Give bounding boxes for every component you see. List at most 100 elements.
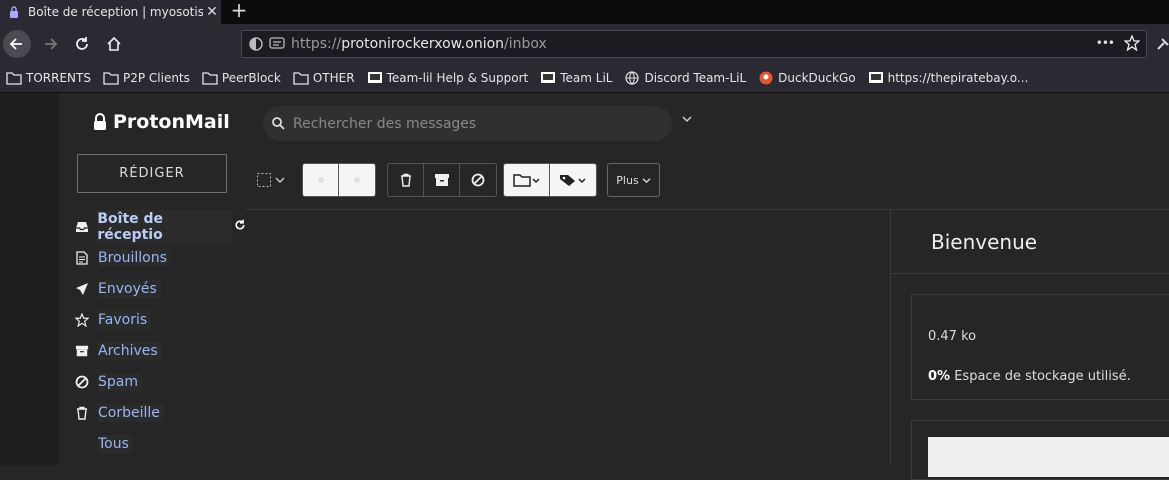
action-group — [387, 163, 497, 197]
sidebar-item-drafts[interactable]: Brouillons — [74, 242, 246, 273]
protonmail-logo[interactable]: ProtonMail — [93, 111, 230, 133]
left-strip — [0, 93, 58, 465]
page-actions-icon[interactable]: ••• — [1096, 36, 1115, 50]
close-tab-icon[interactable]: ✕ — [203, 4, 221, 20]
sidebar-item-trash[interactable]: Corbeille — [74, 397, 246, 428]
sidebar-item-archive[interactable]: Archives — [74, 335, 246, 366]
sidebar-item-label: Brouillons — [98, 248, 171, 267]
tag-icon — [560, 175, 586, 186]
home-icon — [107, 36, 121, 51]
info-icon[interactable] — [269, 37, 285, 51]
folder-menu: Boîte de réceptio Brouillons Envoyés Favori… — [74, 209, 246, 459]
bookmark-label: PeerBlock — [221, 71, 281, 85]
bookmark-item[interactable]: TORRENTS — [6, 71, 91, 85]
bookmark-item[interactable]: Team LiL — [540, 71, 612, 85]
search-input[interactable]: Rechercher des messages — [263, 106, 672, 141]
archive-icon — [74, 343, 90, 359]
storage-percent: 0% — [928, 369, 951, 384]
globe-icon — [624, 71, 640, 85]
home-button[interactable] — [100, 30, 128, 58]
folder-icon — [103, 71, 119, 85]
spam-icon — [74, 374, 90, 390]
forward-button[interactable] — [36, 30, 64, 58]
sidebar-item-label: Boîte de réceptio — [97, 209, 232, 244]
site-icon — [868, 71, 884, 85]
sidebar-item-sent[interactable]: Envoyés — [74, 273, 246, 304]
sidebar-item-inbox[interactable]: Boîte de réceptio — [74, 209, 246, 244]
bookmark-item[interactable]: P2P Clients — [103, 71, 190, 85]
bookmark-item[interactable]: Team-lil Help & Support — [367, 71, 529, 85]
mark-read-button[interactable] — [303, 164, 339, 196]
archive-button[interactable] — [424, 164, 460, 196]
spam-button[interactable] — [460, 164, 496, 196]
lock-icon — [10, 6, 18, 18]
drafts-icon — [74, 250, 90, 266]
select-all-button[interactable] — [256, 172, 285, 188]
compose-button[interactable]: RÉDIGER — [77, 154, 227, 193]
chevron-down-icon[interactable] — [682, 115, 692, 123]
trash-icon — [400, 173, 411, 187]
bookmark-label: P2P Clients — [122, 71, 190, 85]
more-button[interactable]: Plus — [607, 163, 660, 197]
sidebar-item-label: Favoris — [98, 310, 152, 329]
add-label-button[interactable] — [550, 164, 596, 196]
sidebar-item-label: Spam — [98, 372, 142, 391]
trash-button[interactable] — [388, 164, 424, 196]
bookmark-item[interactable]: OTHER — [293, 71, 355, 85]
bookmark-label: Team LiL — [560, 71, 613, 85]
bookmark-label: Discord Team-LiL — [644, 71, 747, 85]
arrow-right-icon — [45, 38, 58, 50]
sidebar-item-label: Corbeille — [98, 403, 164, 422]
logo-text: ProtonMail — [113, 111, 230, 133]
empty-icon-slot — [74, 436, 90, 452]
sent-icon — [74, 281, 90, 297]
sidebar-item-all[interactable]: Tous — [74, 428, 246, 459]
site-icon — [540, 71, 556, 85]
search-icon — [272, 117, 285, 130]
reload-button[interactable] — [68, 30, 96, 58]
bookmarks-bar: TORRENTS P2P Clients PeerBlock OTHER Team-li… — [0, 64, 1169, 93]
info-card-content — [928, 437, 1169, 477]
sidebar-item-label: Tous — [98, 434, 133, 453]
sidebar-item-label: Archives — [98, 341, 162, 360]
bookmark-label: Team-lil Help & Support — [386, 71, 529, 85]
bookmark-label: OTHER — [312, 71, 355, 85]
welcome-title: Bienvenue — [931, 230, 1038, 254]
url-text: https://protonirockerxow.onion/inbox — [291, 36, 547, 52]
mark-unread-button[interactable] — [339, 164, 375, 196]
select-icon — [257, 173, 271, 187]
browser-navbar: https://protonirockerxow.onion/inbox ••• — [0, 24, 1169, 64]
bookmark-label: https://thepiratebay.o... — [887, 71, 1029, 85]
url-bar[interactable]: https://protonirockerxow.onion/inbox ••• — [241, 30, 1147, 58]
sidebar-item-star[interactable]: Favoris — [74, 304, 246, 335]
info-card — [911, 420, 1169, 480]
site-icon — [367, 71, 383, 85]
read-icon — [317, 177, 324, 183]
bookmark-item[interactable]: PeerBlock — [202, 71, 281, 85]
tab-title: Boîte de réception | myosotis7f — [28, 5, 203, 19]
bookmark-item[interactable]: Discord Team-LiL — [624, 71, 746, 85]
sidebar: ProtonMail RÉDIGER Boîte de réceptio Brou… — [58, 93, 246, 465]
onion-icon — [249, 37, 263, 51]
bookmark-item[interactable]: DuckDuckGo — [758, 71, 856, 85]
sidebar-item-spam[interactable]: Spam — [74, 366, 246, 397]
move-to-folder-button[interactable] — [504, 164, 550, 196]
url-actions: ••• — [1096, 35, 1140, 51]
main-panel: Rechercher des messages Plus Bienvenue 0… — [246, 93, 1169, 480]
bookmark-label: TORRENTS — [26, 71, 91, 85]
new-tab-button[interactable]: + — [228, 0, 250, 24]
unread-icon — [354, 177, 360, 183]
folder-icon — [293, 71, 309, 85]
star-icon[interactable] — [1124, 35, 1140, 51]
storage-card: 0.47 ko 0% Espace de stockage utilisé. — [911, 294, 1169, 400]
proton-lock-icon — [94, 113, 106, 130]
trash-icon — [74, 405, 90, 421]
extension-icon[interactable] — [1156, 37, 1169, 51]
storage-text: Espace de stockage utilisé. — [954, 369, 1131, 384]
browser-tab[interactable]: Boîte de réception | myosotis7f ✕ — [0, 0, 221, 24]
browser-tabbar: Boîte de réception | myosotis7f ✕ + — [0, 0, 1169, 24]
bookmark-item[interactable]: https://thepiratebay.o... — [868, 71, 1029, 85]
reload-icon — [76, 37, 88, 50]
back-button[interactable] — [3, 30, 31, 58]
refresh-icon[interactable] — [234, 219, 246, 235]
